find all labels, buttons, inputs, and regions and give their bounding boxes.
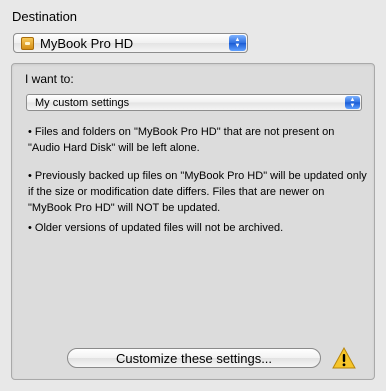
popup-arrows-icon: ▲ ▼ — [229, 35, 246, 51]
settings-group: I want to: My custom settings ▲ ▼ • Files… — [11, 63, 375, 380]
description-left-alone: • Files and folders on "MyBook Pro HD" t… — [28, 126, 335, 154]
popup-arrows-icon: ▲ ▼ — [345, 96, 360, 109]
warning-icon — [332, 347, 356, 369]
intent-label: I want to: — [25, 72, 74, 86]
intent-popup[interactable]: My custom settings ▲ ▼ — [26, 94, 362, 111]
intent-value: My custom settings — [35, 96, 130, 109]
customize-settings-button[interactable]: Customize these settings... — [67, 348, 321, 368]
destination-popup[interactable]: MyBook Pro HD ▲ ▼ — [13, 33, 248, 53]
external-disk-icon — [21, 36, 34, 50]
destination-label: Destination — [12, 9, 78, 24]
description-archive: • Older versions of updated files will n… — [28, 222, 284, 234]
destination-value: MyBook Pro HD — [40, 35, 134, 51]
description-update-rule: • Previously backed up files on "MyBook … — [28, 170, 367, 214]
